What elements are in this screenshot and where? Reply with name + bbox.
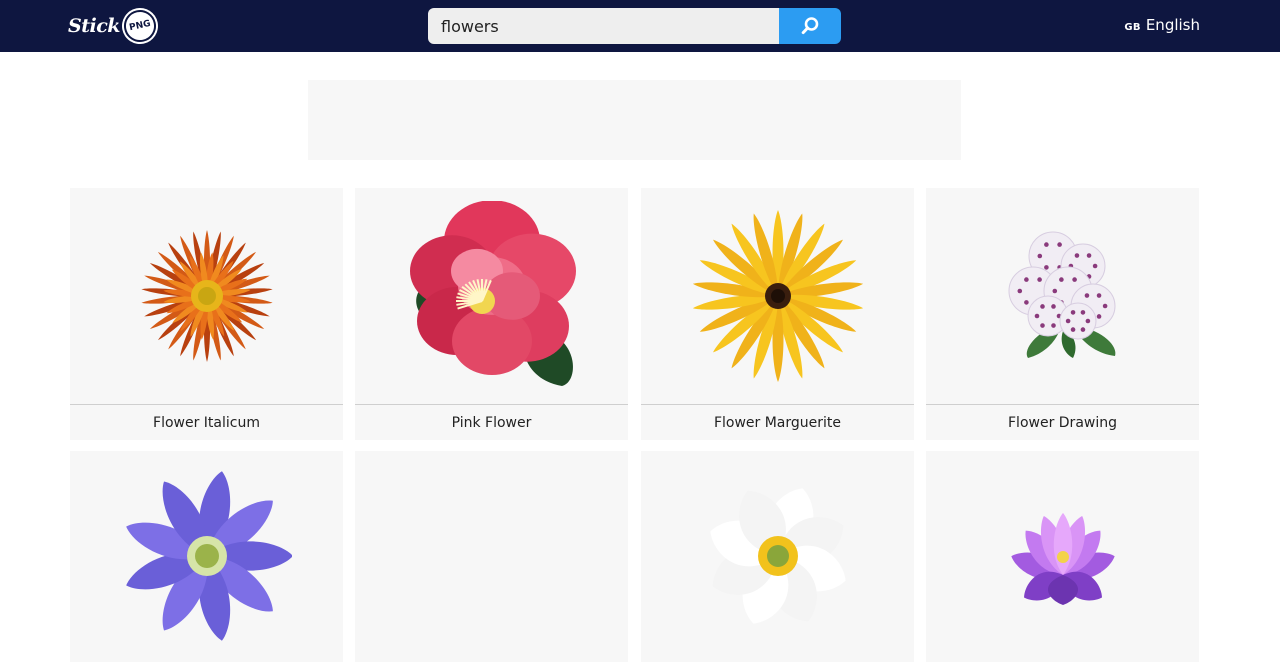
search-bar xyxy=(428,8,841,44)
search-icon xyxy=(801,17,819,35)
pink-lotus-image xyxy=(1010,512,1115,605)
language-label: English xyxy=(1145,16,1200,34)
result-thumbnail[interactable] xyxy=(926,188,1199,404)
site-logo[interactable]: Stick PNG xyxy=(68,7,159,45)
logo-wordmark: Stick xyxy=(68,15,120,37)
white-anemone-image xyxy=(709,488,846,624)
pink-camellia-image xyxy=(409,201,576,386)
result-card-loading[interactable] xyxy=(355,451,628,662)
top-navbar: Stick PNG GB English xyxy=(0,0,1280,52)
result-title[interactable]: Flower Drawing xyxy=(926,404,1199,440)
result-card[interactable] xyxy=(70,451,343,662)
language-flag-code: GB xyxy=(1124,22,1141,33)
result-title[interactable]: Flower Italicum xyxy=(70,404,343,440)
result-thumbnail[interactable] xyxy=(641,451,914,662)
logo-badge: PNG xyxy=(120,7,159,45)
orange-flower-image xyxy=(140,230,273,362)
result-thumbnail[interactable] xyxy=(641,188,914,404)
white-blossom-cluster-image xyxy=(1008,231,1115,358)
result-thumbnail[interactable] xyxy=(355,188,628,404)
result-thumbnail[interactable] xyxy=(926,451,1199,662)
ad-placeholder xyxy=(308,80,961,160)
yellow-daisy-image xyxy=(692,210,863,382)
search-button[interactable] xyxy=(779,8,841,44)
result-title[interactable]: Flower Marguerite xyxy=(641,404,914,440)
result-thumbnail[interactable] xyxy=(70,451,343,662)
result-card[interactable]: Flower Drawing xyxy=(926,188,1199,440)
result-title[interactable]: Pink Flower xyxy=(355,404,628,440)
language-selector[interactable]: GB English xyxy=(1124,16,1200,34)
result-thumbnail[interactable] xyxy=(70,188,343,404)
result-card[interactable] xyxy=(641,451,914,662)
result-card[interactable]: Flower Italicum xyxy=(70,188,343,440)
result-card[interactable] xyxy=(926,451,1199,662)
result-card[interactable]: Pink Flower xyxy=(355,188,628,440)
result-card[interactable]: Flower Marguerite xyxy=(641,188,914,440)
search-input[interactable] xyxy=(428,8,779,44)
purple-anemone-image xyxy=(125,471,292,641)
logo-badge-text: PNG xyxy=(128,18,152,34)
